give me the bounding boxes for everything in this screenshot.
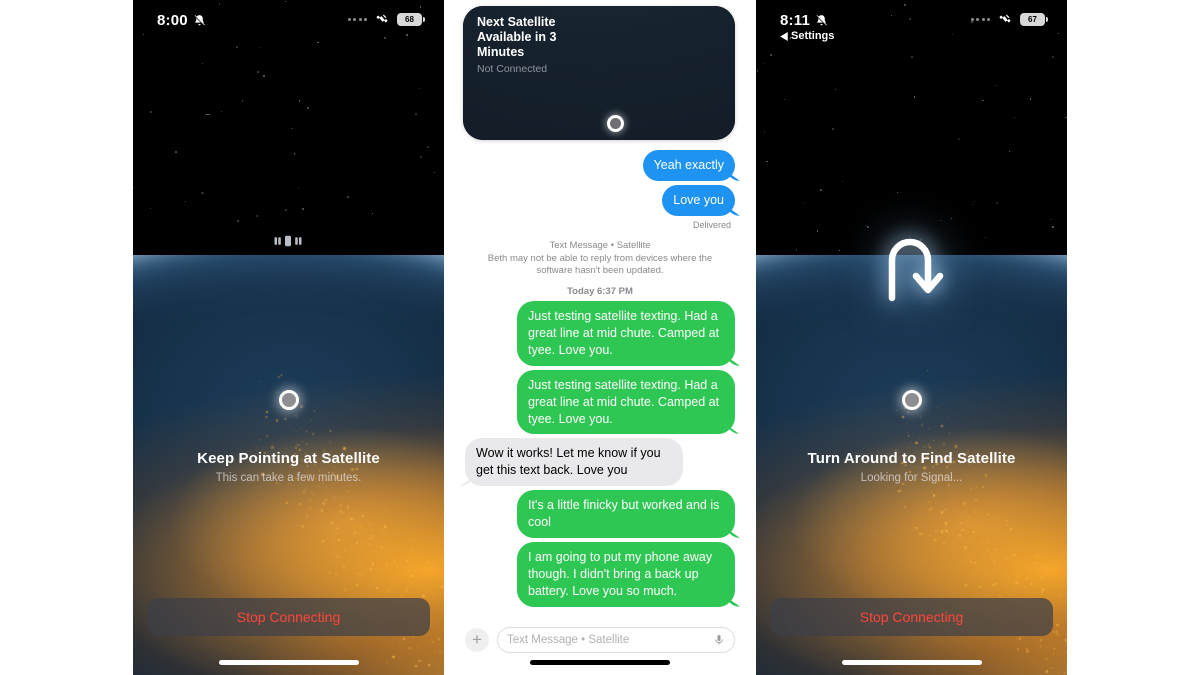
message-thread-scroll[interactable]: Next Satellite Available in 3 Minutes No… xyxy=(455,0,745,627)
system-note-title: Text Message • Satellite xyxy=(549,239,651,251)
banner-connection-status: Not Connected xyxy=(477,63,548,75)
message-bubble[interactable]: Yeah exactly xyxy=(642,150,735,181)
message-row: Yeah exactly xyxy=(465,150,735,181)
message-row: Just testing satellite texting. Had a gr… xyxy=(465,369,735,435)
status-bar-left: 8:00 68 xyxy=(133,0,444,44)
message-bubble[interactable]: Just testing satellite texting. Had a gr… xyxy=(517,301,735,366)
back-link-label: Settings xyxy=(791,30,835,42)
microphone-icon[interactable] xyxy=(713,634,725,646)
location-dot-icon xyxy=(607,115,624,132)
page-subtitle: Looking for Signal... xyxy=(860,472,963,484)
message-row: It's a little finicky but worked and is … xyxy=(465,490,735,538)
signal-dots-icon xyxy=(970,17,990,21)
battery-indicator: 67 xyxy=(1020,12,1048,26)
banner-text-group: Next Satellite Available in 3 Minutes No… xyxy=(477,15,587,75)
stop-connecting-button[interactable]: Stop Connecting xyxy=(147,598,430,636)
satellite-icon xyxy=(376,14,388,23)
satellite-icon xyxy=(999,14,1011,23)
message-row: I am going to put my phone away though. … xyxy=(465,541,735,607)
message-bubble[interactable]: Wow it works! Let me know if you get thi… xyxy=(465,438,683,487)
stop-connecting-button[interactable]: Stop Connecting xyxy=(770,598,1053,636)
clock: 8:00 xyxy=(157,12,188,29)
signal-dots-icon xyxy=(347,17,367,21)
message-input[interactable]: Text Message • Satellite xyxy=(497,627,735,653)
screenshot-stage: 8:00 68 Keep Pointing at Satellite This … xyxy=(0,0,1200,675)
message-input-placeholder: Text Message • Satellite xyxy=(507,634,630,646)
thread-timestamp: Today 6:37 PM xyxy=(567,286,633,298)
satellite-icon xyxy=(274,235,302,247)
status-bar-right-group: 67 xyxy=(970,12,1048,26)
phone-middle-messages: Next Satellite Available in 3 Minutes No… xyxy=(455,0,745,675)
message-bubble[interactable]: I am going to put my phone away though. … xyxy=(517,541,735,607)
home-indicator[interactable] xyxy=(841,660,982,665)
page-subtitle: This can take a few minutes. xyxy=(215,472,362,484)
phone-left-satellite-pointing: 8:00 68 Keep Pointing at Satellite This … xyxy=(133,0,444,675)
location-dot-icon xyxy=(279,390,299,410)
bell-slash-icon xyxy=(816,15,827,26)
home-indicator[interactable] xyxy=(218,660,359,665)
u-turn-arrow-icon xyxy=(888,238,944,302)
battery-indicator: 68 xyxy=(397,12,425,26)
status-bar-left-group: 8:00 xyxy=(157,12,206,29)
satellite-status-banner[interactable]: Next Satellite Available in 3 Minutes No… xyxy=(463,6,735,140)
pointing-status-right: Turn Around to Find Satellite Looking fo… xyxy=(756,450,1067,484)
message-bubble[interactable]: It's a little finicky but worked and is … xyxy=(517,490,735,538)
back-triangle-icon xyxy=(780,31,788,41)
message-composer: + Text Message • Satellite xyxy=(455,625,745,655)
page-title: Turn Around to Find Satellite xyxy=(807,450,1016,467)
home-indicator[interactable] xyxy=(530,660,670,665)
bell-slash-icon xyxy=(193,15,205,26)
space-background-right xyxy=(756,0,1067,675)
message-row: Just testing satellite texting. Had a gr… xyxy=(465,301,735,366)
message-row: Love you xyxy=(465,184,735,216)
status-bar-left-group: 8:11 Settings xyxy=(780,12,834,42)
space-background-left xyxy=(133,0,444,675)
add-attachment-button[interactable]: + xyxy=(465,628,489,652)
message-bubble[interactable]: Just testing satellite texting. Had a gr… xyxy=(517,369,735,435)
phone-right-turn-around: 8:11 Settings 67 Turn Around to Find Sat… xyxy=(756,0,1067,675)
delivered-status: Delivered xyxy=(692,219,731,230)
status-bar-right-group: 68 xyxy=(347,12,425,26)
location-dot-icon xyxy=(902,390,922,410)
system-note-body: Beth may not be able to reply from devic… xyxy=(487,252,713,277)
banner-title: Next Satellite Available in 3 Minutes xyxy=(477,15,557,59)
clock: 8:11 xyxy=(780,12,810,29)
system-note: Text Message • Satellite Beth may not be… xyxy=(477,240,723,278)
pointing-status-left: Keep Pointing at Satellite This can take… xyxy=(133,450,444,484)
page-title: Keep Pointing at Satellite xyxy=(197,450,380,467)
message-row: Wow it works! Let me know if you get thi… xyxy=(465,438,735,487)
status-bar-right: 8:11 Settings 67 xyxy=(756,0,1067,44)
message-bubble[interactable]: Love you xyxy=(662,184,735,216)
back-to-settings-link[interactable]: Settings xyxy=(780,30,834,42)
